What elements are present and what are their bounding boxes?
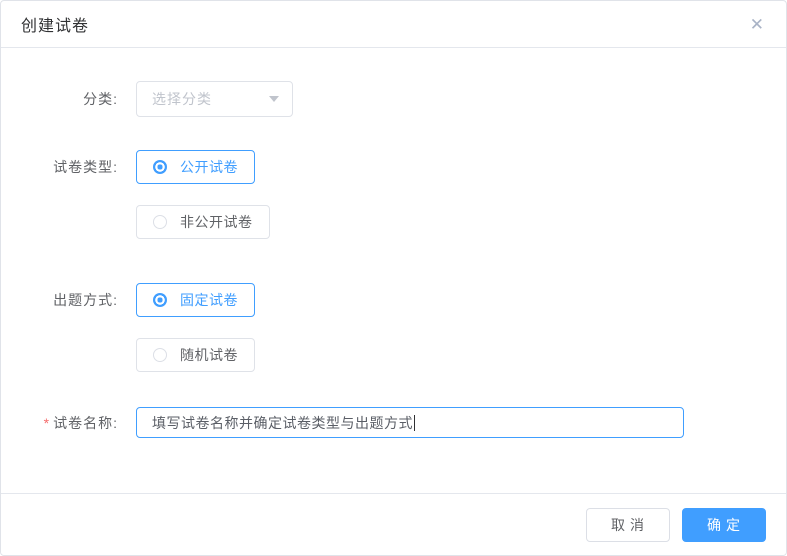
category-select[interactable]: 选择分类 <box>136 81 293 117</box>
paper-name-row: * 试卷名称: 填写试卷名称并确定试卷类型与出题方式 <box>1 407 786 438</box>
question-mode-label: 出题方式: <box>53 292 118 308</box>
required-mark: * <box>43 414 51 431</box>
dialog-body: 分类: 选择分类 试卷类型: 公开试卷 非公开试卷 出题方式: 固定试卷 随机试… <box>1 48 786 493</box>
category-select-placeholder: 选择分类 <box>152 91 212 107</box>
paper-name-input[interactable]: 填写试卷名称并确定试卷类型与出题方式 <box>136 407 684 438</box>
paper-name-input-value: 填写试卷名称并确定试卷类型与出题方式 <box>152 414 413 431</box>
text-cursor <box>414 414 415 431</box>
paper-name-label: * 试卷名称: <box>1 413 118 433</box>
paper-name-label-text: 试卷名称: <box>53 414 118 431</box>
paper-type-options: 公开试卷 非公开试卷 <box>136 150 270 239</box>
radio-unselected-icon <box>153 215 167 229</box>
question-mode-options: 固定试卷 随机试卷 <box>136 283 255 372</box>
paper-type-label: 试卷类型: <box>53 159 118 175</box>
caret-down-icon <box>269 96 279 102</box>
radio-option-label: 非公开试卷 <box>180 214 253 230</box>
radio-option-private-paper[interactable]: 非公开试卷 <box>136 205 270 239</box>
confirm-button[interactable]: 确定 <box>682 507 766 542</box>
radio-option-label: 公开试卷 <box>180 159 238 175</box>
radio-unselected-icon <box>153 348 167 362</box>
cancel-button[interactable]: 取消 <box>586 507 670 542</box>
dialog-footer: 取消 确定 <box>1 493 786 555</box>
radio-option-label: 固定试卷 <box>180 292 238 308</box>
category-label: 分类: <box>83 91 118 107</box>
radio-option-label: 随机试卷 <box>180 347 238 363</box>
radio-selected-icon <box>153 160 167 174</box>
paper-type-row: 试卷类型: 公开试卷 非公开试卷 <box>1 150 786 239</box>
dialog-header: 创建试卷 ✕ <box>1 1 786 48</box>
question-mode-row: 出题方式: 固定试卷 随机试卷 <box>1 283 786 372</box>
category-row: 分类: 选择分类 <box>1 81 786 117</box>
dialog-title: 创建试卷 <box>21 18 90 35</box>
radio-option-public-paper[interactable]: 公开试卷 <box>136 150 255 184</box>
radio-option-random-paper[interactable]: 随机试卷 <box>136 338 255 372</box>
create-paper-dialog: 创建试卷 ✕ 分类: 选择分类 试卷类型: 公开试卷 非公开试卷 出题方式: 固… <box>0 0 787 556</box>
radio-option-fixed-paper[interactable]: 固定试卷 <box>136 283 255 317</box>
close-icon[interactable]: ✕ <box>748 14 766 35</box>
radio-selected-icon <box>153 293 167 307</box>
